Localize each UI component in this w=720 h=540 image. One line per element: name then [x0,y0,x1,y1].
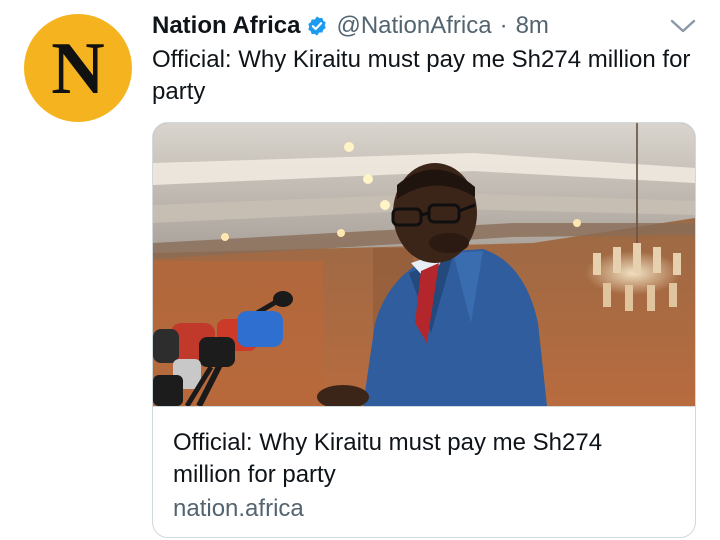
avatar-logo-letter: N [51,28,105,110]
card-title: Official: Why Kiraitu must pay me Sh274 … [173,429,603,488]
tweet[interactable]: N Nation Africa @NationAfrica · 8m Offic… [0,0,720,540]
avatar[interactable]: N [24,14,132,122]
link-card[interactable]: Official: Why Kiraitu must pay me Sh274 … [152,122,696,538]
tweet-header: Nation Africa @NationAfrica · 8m [152,8,696,44]
chevron-down-icon[interactable] [670,16,696,36]
card-image[interactable] [153,123,695,406]
user-handle[interactable]: @NationAfrica [336,12,491,40]
display-name[interactable]: Nation Africa [152,12,300,40]
timestamp[interactable]: 8m [516,12,549,40]
tweet-text: Official: Why Kiraitu must pay me Sh274 … [152,46,691,105]
verified-badge-icon [306,15,328,37]
card-body[interactable]: Official: Why Kiraitu must pay me Sh274 … [153,406,695,537]
card-domain[interactable]: nation.africa [173,493,675,525]
separator-dot: · [499,12,508,39]
